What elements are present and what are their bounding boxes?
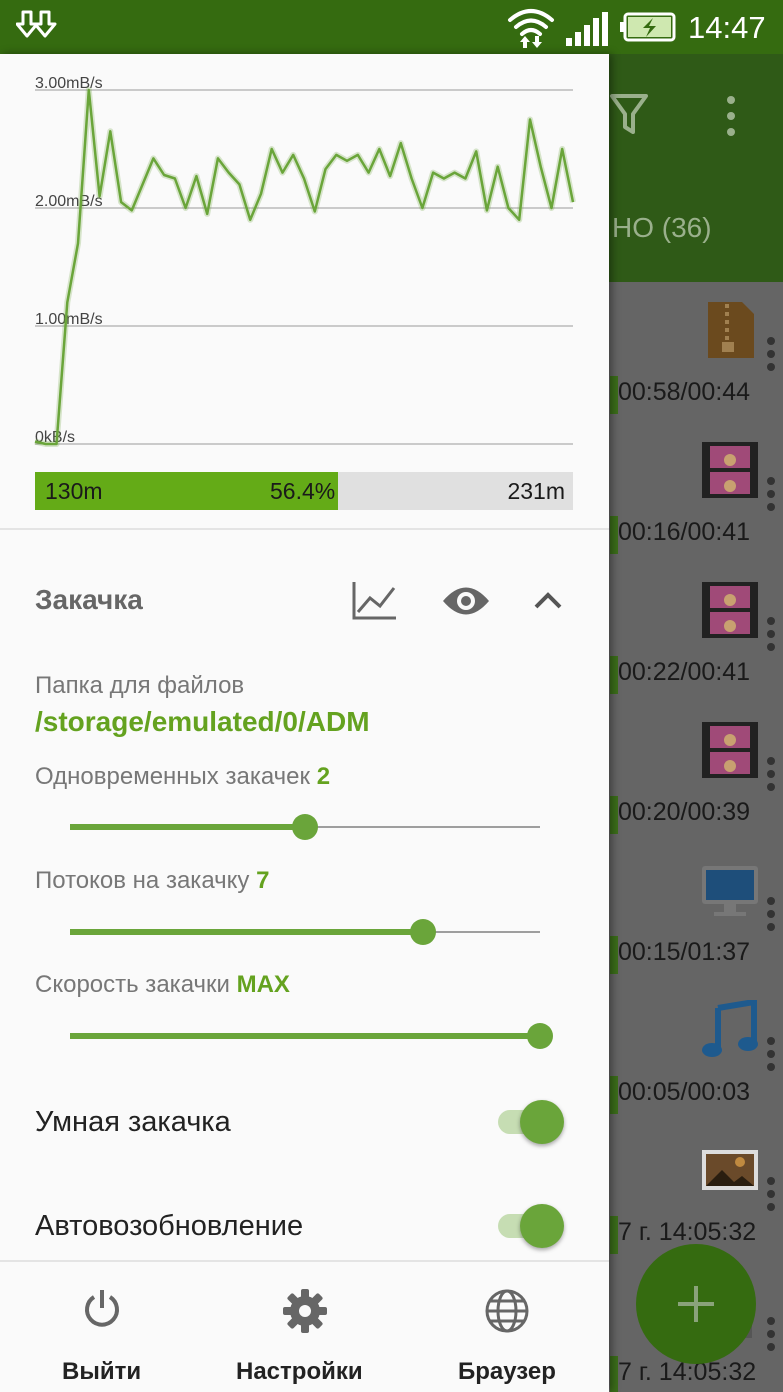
gear-icon: [283, 1289, 327, 1333]
item-more-icon[interactable]: [764, 1036, 778, 1072]
speed-line: [34, 88, 575, 446]
item-progress-indicator: [610, 1356, 618, 1392]
item-more-icon[interactable]: [764, 1176, 778, 1212]
item-time: 00:58/00:44: [618, 378, 751, 406]
divider: [0, 528, 609, 530]
threads-slider[interactable]: [70, 917, 540, 947]
item-time: 00:20/00:39: [618, 798, 751, 826]
exit-button[interactable]: Выйти: [40, 1262, 164, 1392]
plus-icon: [678, 1286, 714, 1322]
concurrent-downloads-slider[interactable]: [70, 812, 540, 842]
smart-download-label: Умная закачка: [35, 1106, 231, 1138]
image-file-icon: [700, 1140, 760, 1200]
item-more-icon[interactable]: [764, 476, 778, 512]
chart-icon[interactable]: [350, 578, 398, 622]
auto-resume-label: Автовозобновление: [35, 1210, 304, 1242]
item-progress-indicator: [610, 516, 618, 554]
downloaded-size: 130m: [45, 478, 103, 504]
item-time: 00:16/00:41: [618, 518, 751, 546]
item-progress-indicator: [610, 656, 618, 694]
video-file-icon: [700, 440, 760, 500]
threads-label: Потоков на закачку 7: [35, 867, 270, 894]
item-more-icon[interactable]: [764, 336, 778, 372]
music-file-icon: [700, 998, 760, 1060]
threads-value: 7: [256, 867, 270, 894]
speed-value: MAX: [236, 971, 290, 998]
monitor-file-icon: [700, 860, 760, 920]
video-file-icon: [700, 720, 760, 780]
y-tick-label: 3.00mB/s: [35, 75, 103, 92]
browser-button[interactable]: Браузер: [450, 1262, 570, 1392]
total-size: 231m: [507, 478, 565, 504]
item-progress-indicator: [610, 796, 618, 834]
zip-archive-icon: [700, 300, 760, 360]
settings-button[interactable]: Настройки: [226, 1262, 386, 1392]
y-tick-label: 2.00mB/s: [35, 193, 103, 210]
auto-resume-toggle[interactable]: [498, 1202, 568, 1250]
filter-icon[interactable]: [609, 92, 649, 138]
item-progress-indicator: [610, 1076, 618, 1114]
tab-label[interactable]: НО (36): [612, 212, 712, 244]
status-bar: 14:47: [0, 0, 783, 54]
concurrent-downloads-value: 2: [316, 763, 331, 790]
globe-icon: [485, 1289, 529, 1333]
navigation-drawer: 0kB/s 1.00mB/s 2.00mB/s 3.00mB/s 130m 56.4%…: [0, 54, 609, 1392]
item-more-icon[interactable]: [764, 616, 778, 652]
item-progress-indicator: [610, 1216, 618, 1254]
concurrent-downloads-label: Одновременных закачек 2: [35, 763, 331, 790]
slider-thumb[interactable]: [409, 919, 436, 945]
item-time: 7 г. 14:05:32: [618, 1218, 757, 1246]
item-time: 00:05/00:03: [618, 1078, 751, 1106]
item-time: 00:22/00:41: [618, 658, 751, 686]
folder-label: Папка для файлов: [35, 672, 245, 699]
speed-slider[interactable]: [70, 1021, 553, 1051]
item-more-icon[interactable]: [764, 756, 778, 792]
battery-charging-icon: [620, 12, 676, 42]
speed-chart: 0kB/s1.00mB/s2.00mB/s3.00mB/s: [34, 75, 576, 447]
chevron-up-icon[interactable]: [533, 590, 563, 610]
signal-icon: [566, 12, 608, 46]
item-progress-indicator: [610, 376, 618, 414]
wifi-icon: [508, 9, 554, 48]
item-progress-indicator: [610, 936, 618, 974]
drawer-bottom-nav: Выйти Настройки Браузер: [0, 1260, 609, 1392]
item-time: 00:15/01:37: [618, 938, 751, 966]
eye-icon[interactable]: [441, 584, 491, 618]
speed-label: Скорость закачки MAX: [35, 971, 290, 998]
item-more-icon[interactable]: [764, 896, 778, 932]
item-more-icon[interactable]: [764, 1316, 778, 1352]
download-notification-icon: [16, 10, 57, 38]
more-options-icon[interactable]: [718, 94, 744, 138]
download-progress-bar: 130m 56.4% 231m: [35, 472, 573, 510]
slider-thumb[interactable]: [527, 1023, 553, 1049]
video-file-icon: [700, 580, 760, 640]
speed-line-glow: [34, 87, 576, 447]
add-download-button[interactable]: [636, 1244, 756, 1364]
clock: 14:47: [688, 10, 766, 45]
section-title: Закачка: [35, 584, 143, 615]
folder-path[interactable]: /storage/emulated/0/ADM: [35, 706, 370, 738]
power-icon: [85, 1290, 119, 1327]
smart-download-toggle[interactable]: [498, 1098, 568, 1146]
slider-thumb[interactable]: [292, 814, 318, 840]
progress-percent: 56.4%: [270, 478, 336, 504]
